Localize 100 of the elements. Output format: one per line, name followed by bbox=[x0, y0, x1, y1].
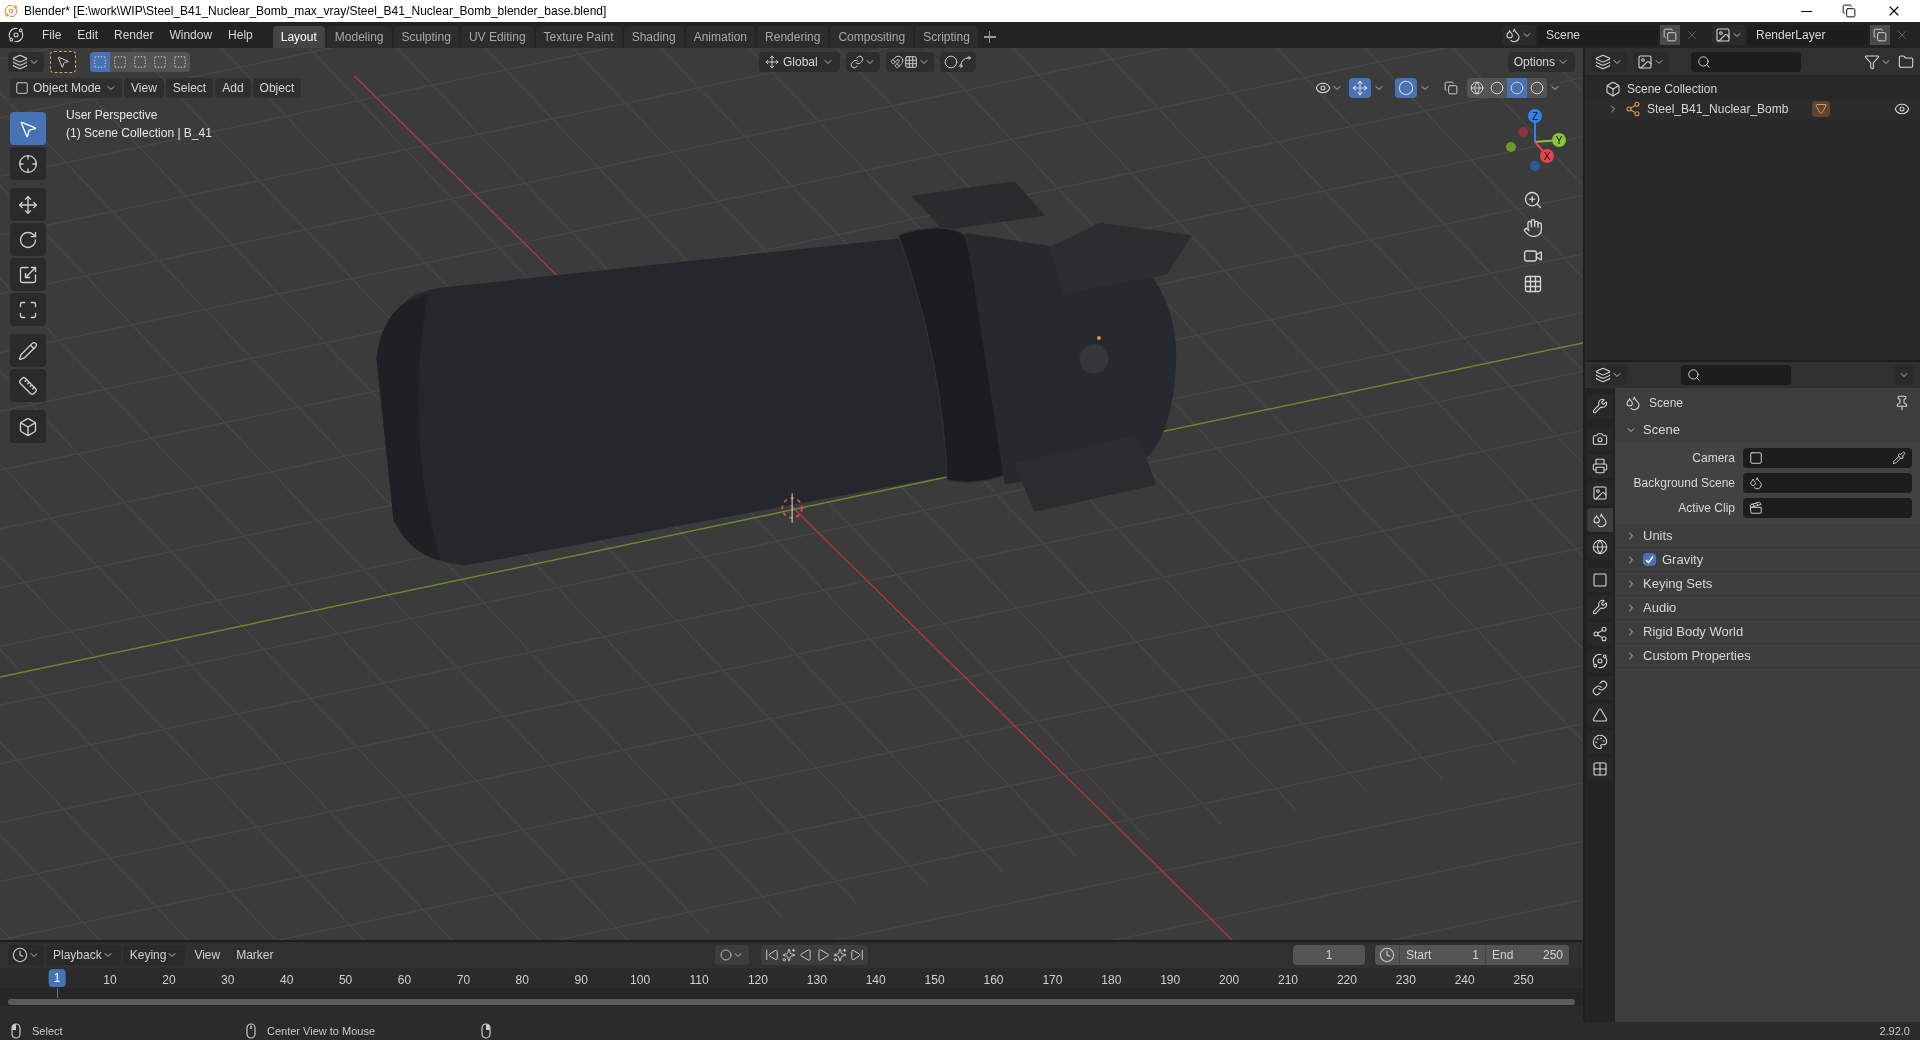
properties-tab[interactable] bbox=[1587, 757, 1613, 781]
subpanel-title[interactable]: Audio bbox=[1643, 597, 1677, 618]
delete-icon bbox=[1685, 28, 1699, 42]
tool-button[interactable] bbox=[10, 369, 46, 402]
workspace-tab[interactable]: Modeling bbox=[326, 26, 392, 48]
object-field[interactable] bbox=[1743, 498, 1912, 518]
checkbox[interactable] bbox=[1643, 553, 1656, 566]
viewport-menu[interactable]: Select bbox=[165, 77, 214, 98]
eyedropper-icon bbox=[1892, 451, 1906, 465]
menu-item[interactable]: Help bbox=[220, 26, 261, 44]
timeline-menu[interactable]: Keying bbox=[122, 945, 186, 965]
tool-button[interactable] bbox=[10, 334, 46, 367]
object-field[interactable] bbox=[1743, 448, 1912, 468]
viewport-menu[interactable]: Object bbox=[252, 77, 302, 98]
scene-name-field[interactable]: Scene bbox=[1538, 25, 1658, 45]
properties-tab[interactable] bbox=[1587, 595, 1613, 619]
shading-mode-button[interactable] bbox=[1487, 77, 1507, 98]
workspace-tab[interactable]: UV Editing bbox=[460, 26, 534, 48]
display-mode-dropdown[interactable] bbox=[1591, 51, 1627, 72]
new-collection-button[interactable] bbox=[1898, 53, 1914, 70]
proportional-edit-button[interactable] bbox=[939, 51, 976, 72]
record-button[interactable] bbox=[714, 945, 749, 965]
selection-mode-button[interactable] bbox=[170, 51, 190, 72]
workspace-tab[interactable]: Layout bbox=[272, 26, 325, 48]
outliner-search-field[interactable] bbox=[1691, 51, 1801, 72]
properties-tab[interactable] bbox=[1587, 508, 1613, 532]
current-frame-field[interactable]: 1 bbox=[1293, 945, 1365, 965]
panel-title[interactable]: Scene bbox=[1643, 420, 1680, 440]
viewport-menu[interactable]: View bbox=[124, 77, 164, 98]
workspace-tab[interactable]: Animation bbox=[685, 26, 756, 48]
timeline-menu[interactable]: View bbox=[187, 945, 228, 965]
shading-mode-button[interactable] bbox=[1527, 77, 1547, 98]
current-frame-marker[interactable]: 1 bbox=[48, 969, 66, 987]
workspace-tab[interactable]: Shading bbox=[623, 26, 684, 48]
tool-button[interactable] bbox=[10, 258, 46, 291]
options-dropdown[interactable]: Options bbox=[1507, 51, 1575, 72]
subpanel-title[interactable]: Custom Properties bbox=[1643, 645, 1751, 666]
timeline-menu[interactable]: Marker bbox=[229, 945, 281, 965]
shading-mode-button[interactable] bbox=[1467, 77, 1487, 98]
filter-dropdown[interactable] bbox=[1864, 53, 1892, 70]
timeline-menu[interactable]: Playback bbox=[46, 945, 121, 965]
frame-number: 70 bbox=[456, 972, 471, 989]
tool-button[interactable] bbox=[10, 410, 46, 443]
properties-search-field[interactable] bbox=[1681, 365, 1791, 385]
properties-tab[interactable] bbox=[1587, 676, 1613, 700]
selection-mode-button[interactable] bbox=[110, 51, 130, 72]
end-frame-field[interactable]: End 250 bbox=[1485, 945, 1569, 965]
outliner-item[interactable]: Steel_B41_Nuclear_Bomb bbox=[1647, 100, 1789, 118]
subpanel-title[interactable]: Units bbox=[1643, 525, 1673, 546]
properties-tab[interactable] bbox=[1587, 535, 1613, 559]
properties-tab[interactable] bbox=[1587, 481, 1613, 505]
menu-item[interactable]: Edit bbox=[69, 26, 107, 44]
snap-dropdown[interactable] bbox=[885, 51, 934, 72]
viewport-menu[interactable]: Add bbox=[215, 77, 251, 98]
workspace-tab[interactable]: Compositing bbox=[830, 26, 914, 48]
workspace-tab[interactable]: Sculpting bbox=[393, 26, 459, 48]
editor-type-button[interactable] bbox=[8, 945, 44, 965]
subpanel-title[interactable]: Gravity bbox=[1662, 549, 1704, 570]
tool-button[interactable] bbox=[10, 223, 46, 256]
menu-item[interactable]: Window bbox=[161, 26, 221, 44]
navigation-gizmo[interactable]: Z Y X bbox=[1493, 104, 1573, 184]
scene-browse-button[interactable] bbox=[1502, 25, 1536, 45]
object-field[interactable] bbox=[1743, 473, 1912, 493]
properties-tab[interactable] bbox=[1587, 622, 1613, 646]
orientation-dropdown[interactable]: Global bbox=[758, 51, 840, 72]
workspace-tab[interactable]: Texture Paint bbox=[535, 26, 622, 48]
tool-mode-button[interactable] bbox=[50, 50, 76, 73]
gizmo-toggle[interactable] bbox=[1349, 77, 1371, 98]
tool-button[interactable] bbox=[10, 293, 46, 326]
workspace-tab[interactable]: Scripting bbox=[915, 26, 978, 48]
view-layer-name-field[interactable]: RenderLayer bbox=[1748, 25, 1868, 45]
add-workspace-icon[interactable] bbox=[983, 31, 996, 43]
outliner-item[interactable]: Scene Collection bbox=[1627, 80, 1718, 98]
tool-button[interactable] bbox=[10, 147, 46, 180]
view-layer-browse-button[interactable] bbox=[1712, 25, 1746, 45]
properties-tab[interactable] bbox=[1587, 568, 1613, 592]
pivot-dropdown[interactable] bbox=[845, 51, 880, 72]
shading-mode-button[interactable] bbox=[1507, 77, 1527, 98]
subpanel-title[interactable]: Keying Sets bbox=[1643, 573, 1713, 594]
properties-tab[interactable] bbox=[1587, 703, 1613, 727]
view-layer-dropdown[interactable] bbox=[1633, 51, 1669, 72]
options-dropdown[interactable] bbox=[1894, 365, 1914, 385]
minimize-icon[interactable] bbox=[1801, 10, 1812, 12]
scrollbar[interactable] bbox=[8, 999, 1575, 1005]
subpanel-title[interactable]: Rigid Body World bbox=[1643, 621, 1744, 642]
properties-tab[interactable] bbox=[1587, 649, 1613, 673]
tool-button[interactable] bbox=[10, 188, 46, 221]
workspace-tab[interactable]: Rendering bbox=[757, 26, 829, 48]
mode-dropdown[interactable]: Object Mode bbox=[10, 77, 123, 98]
selection-mode-button[interactable] bbox=[90, 51, 110, 72]
tool-button[interactable] bbox=[10, 112, 46, 145]
editor-type-button[interactable] bbox=[1591, 365, 1627, 385]
properties-tab[interactable] bbox=[1587, 454, 1613, 478]
properties-tab[interactable] bbox=[1587, 394, 1613, 418]
editor-type-button[interactable] bbox=[8, 51, 44, 72]
overlay-toggle[interactable] bbox=[1395, 77, 1417, 98]
menu-item[interactable]: Render bbox=[106, 26, 162, 44]
properties-tab[interactable] bbox=[1587, 730, 1613, 754]
properties-tab[interactable] bbox=[1587, 427, 1613, 451]
menu-item[interactable]: File bbox=[34, 26, 70, 44]
